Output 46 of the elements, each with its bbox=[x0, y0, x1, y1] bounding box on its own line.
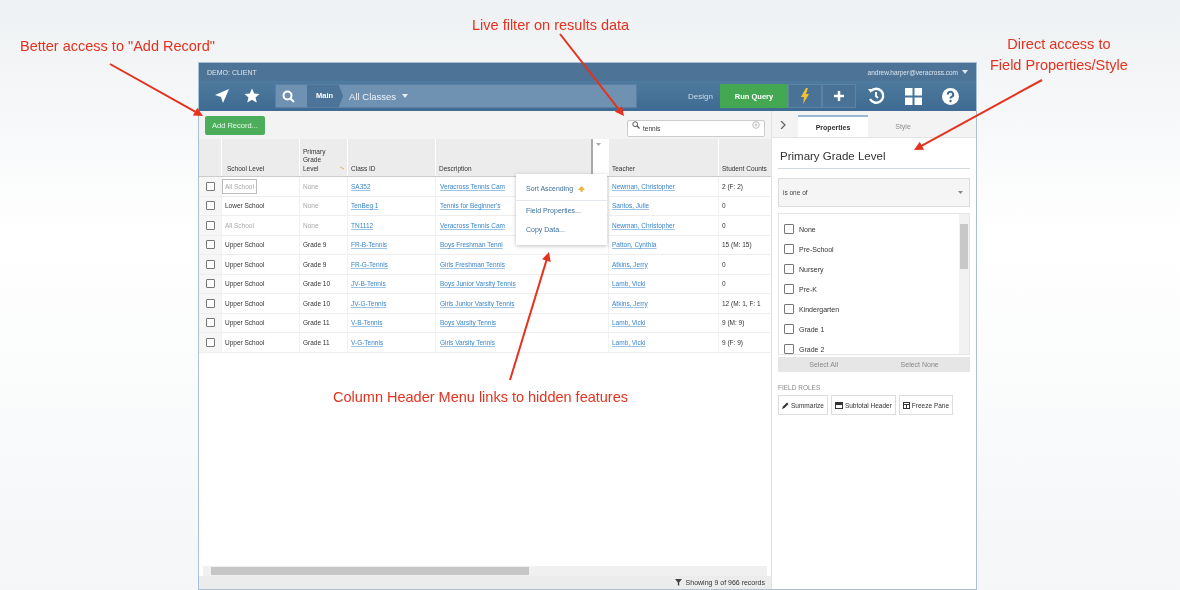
lightning-button[interactable] bbox=[788, 84, 822, 108]
caret-icon bbox=[962, 70, 968, 74]
header-icon bbox=[834, 401, 843, 409]
row-checkbox[interactable] bbox=[205, 259, 215, 269]
option-checkbox[interactable] bbox=[784, 344, 794, 354]
row-checkbox[interactable] bbox=[205, 318, 215, 328]
sort-ascending-icon bbox=[578, 185, 586, 192]
grid-icon[interactable] bbox=[905, 87, 922, 105]
pencil-icon bbox=[782, 401, 789, 409]
option-checkbox[interactable] bbox=[784, 244, 794, 254]
option-checkbox[interactable] bbox=[784, 324, 794, 334]
chevron-right-icon[interactable] bbox=[780, 121, 786, 129]
search-icon bbox=[632, 121, 640, 129]
plus-icon bbox=[833, 90, 845, 102]
caret-icon bbox=[958, 190, 963, 195]
paper-plane-icon[interactable] bbox=[214, 88, 230, 104]
row-checkbox[interactable] bbox=[205, 298, 215, 308]
option-checkbox[interactable] bbox=[784, 284, 794, 294]
horizontal-scrollbar[interactable] bbox=[203, 566, 767, 576]
option-checkbox[interactable] bbox=[784, 264, 794, 274]
history-icon[interactable] bbox=[867, 87, 885, 105]
annotation-text: Live filter on results data bbox=[472, 16, 630, 35]
annotation-text: Better access to "Add Record" bbox=[20, 37, 215, 56]
search-icon[interactable] bbox=[282, 89, 295, 103]
annotation-text: Direct access to Field Properties/Style bbox=[990, 35, 1128, 75]
option-checkbox[interactable] bbox=[784, 304, 794, 314]
row-checkbox[interactable] bbox=[205, 220, 215, 230]
filter-icon bbox=[674, 579, 682, 586]
option-checkbox[interactable] bbox=[784, 224, 794, 234]
row-checkbox[interactable] bbox=[205, 337, 215, 347]
row-checkbox[interactable] bbox=[205, 279, 215, 289]
help-icon[interactable] bbox=[942, 87, 959, 105]
row-checkbox[interactable] bbox=[205, 240, 215, 250]
column-menu-button[interactable] bbox=[591, 139, 608, 176]
pane-icon bbox=[902, 401, 910, 409]
caret-icon bbox=[402, 94, 409, 98]
star-icon[interactable] bbox=[244, 88, 260, 104]
breadcrumb-current[interactable]: All Classes bbox=[349, 90, 397, 102]
row-checkbox[interactable] bbox=[205, 201, 215, 211]
row-checkbox[interactable] bbox=[205, 181, 215, 191]
vertical-scrollbar[interactable] bbox=[959, 214, 969, 354]
design-link[interactable]: Design bbox=[688, 91, 713, 101]
lightning-icon bbox=[800, 88, 810, 104]
plus-button[interactable] bbox=[822, 84, 856, 108]
caret-icon bbox=[596, 143, 601, 147]
annotation-text: Column Header Menu links to hidden features bbox=[333, 388, 628, 407]
